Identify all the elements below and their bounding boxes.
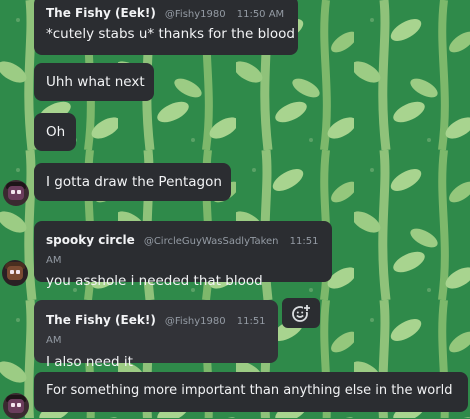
message-text: *cutely stabs u* thanks for the blood: [46, 26, 295, 42]
message-header: The Fishy (Eek!) @Fishy1980 11:50 AM: [46, 2, 286, 21]
message-bubble[interactable]: Oh: [34, 113, 76, 151]
avatar[interactable]: [2, 260, 28, 286]
message-text: I gotta draw the Pentagon: [46, 174, 222, 190]
message-text: you asshole i needed that blood: [46, 273, 263, 289]
message-bubble[interactable]: The Fishy (Eek!) @Fishy1980 11:51 AM I a…: [34, 300, 278, 370]
message-text: For something more important than anythi…: [46, 383, 453, 398]
message-text: I also need it: [46, 354, 133, 370]
message-bubble[interactable]: For something more important than anythi…: [34, 372, 468, 412]
add-reaction-button[interactable]: [282, 298, 320, 328]
message-text: Oh: [46, 124, 66, 140]
message-header: spooky circle @CircleGuyWasSadlyTaken 11…: [46, 229, 320, 267]
message-bubble[interactable]: Uhh what next: [34, 63, 154, 101]
avatar[interactable]: [3, 180, 29, 206]
add-reaction-icon: [292, 304, 311, 322]
author-handle: @Fishy1980: [164, 9, 226, 20]
message-text: Uhh what next: [46, 74, 145, 90]
author-name[interactable]: The Fishy (Eek!): [46, 313, 156, 327]
author-name[interactable]: spooky circle: [46, 233, 135, 247]
author-handle: @CircleGuyWasSadlyTaken: [143, 236, 279, 247]
message-bubble[interactable]: spooky circle @CircleGuyWasSadlyTaken 11…: [34, 221, 332, 289]
message-bubble[interactable]: The Fishy (Eek!) @Fishy1980 11:50 AM *cu…: [34, 0, 298, 55]
message-header: The Fishy (Eek!) @Fishy1980 11:51 AM: [46, 309, 266, 347]
avatar[interactable]: [3, 393, 29, 419]
author-name[interactable]: The Fishy (Eek!): [46, 6, 156, 20]
author-handle: @Fishy1980: [164, 316, 226, 327]
message-bubble[interactable]: I gotta draw the Pentagon: [34, 163, 231, 201]
timestamp: 11:50 AM: [236, 9, 285, 20]
